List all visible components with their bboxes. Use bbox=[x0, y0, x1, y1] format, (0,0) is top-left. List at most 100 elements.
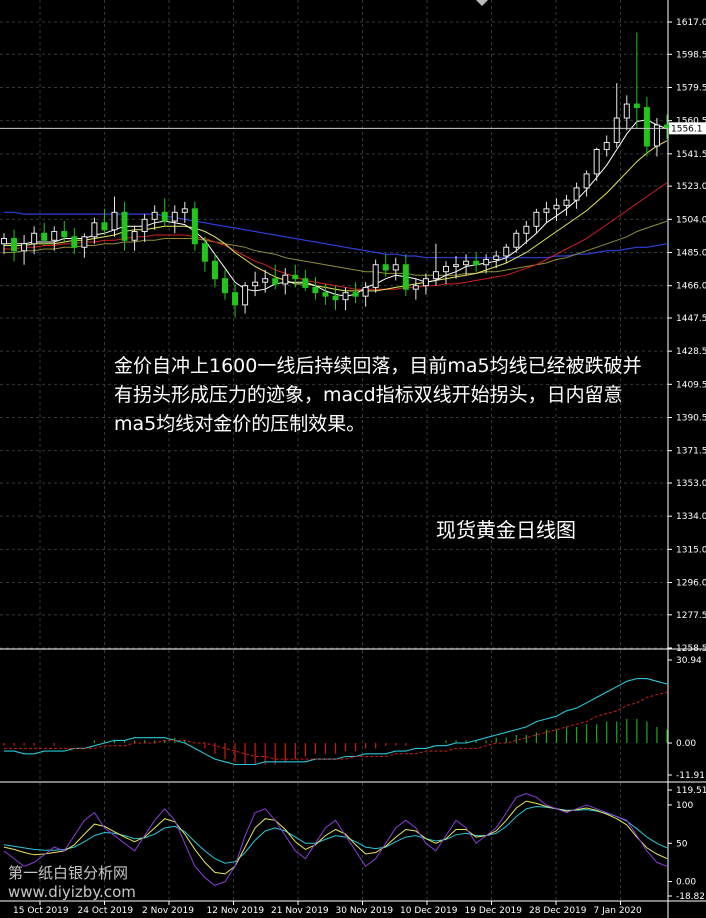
candle-body bbox=[81, 236, 88, 248]
chart-background bbox=[0, 0, 706, 918]
candle-body bbox=[593, 148, 600, 175]
date-tick-label: 19 Dec 2019 bbox=[465, 906, 523, 916]
candle-body bbox=[332, 295, 339, 301]
macd-tick-label: 30.94 bbox=[676, 656, 702, 666]
candle-body bbox=[41, 232, 48, 241]
candle-body bbox=[101, 222, 108, 231]
candle-body bbox=[312, 286, 319, 294]
candle-body bbox=[483, 258, 490, 266]
candle-body bbox=[322, 292, 329, 297]
stoch-tick-label: 0.00 bbox=[676, 878, 696, 888]
candle-body bbox=[382, 264, 389, 271]
candle-body bbox=[563, 199, 570, 206]
candle-body bbox=[31, 232, 38, 245]
candle-body bbox=[513, 232, 520, 248]
stoch-tick-label: 50 bbox=[676, 839, 688, 849]
candle-body bbox=[573, 187, 580, 201]
candle-body bbox=[643, 107, 650, 147]
candle-body bbox=[432, 271, 439, 280]
candle-body bbox=[221, 278, 228, 294]
candle-body bbox=[191, 208, 198, 245]
current-price-label: 1556.1 bbox=[671, 124, 703, 134]
price-tick-label: 1428.5 bbox=[676, 347, 706, 357]
price-tick-label: 1409.5 bbox=[676, 380, 706, 390]
candle-body bbox=[493, 255, 500, 260]
macd-tick-label: -11.91 bbox=[676, 771, 705, 781]
candle-body bbox=[91, 222, 98, 238]
candle-body bbox=[232, 292, 239, 306]
candle-body bbox=[352, 292, 359, 297]
candle-body bbox=[583, 173, 590, 189]
candle-body bbox=[523, 225, 530, 234]
watermark: 第一纸白银分析网 www.diyizby.com bbox=[8, 864, 136, 902]
candle-body bbox=[51, 231, 58, 241]
price-tick-label: 1598.5 bbox=[676, 50, 706, 60]
candle-body bbox=[633, 103, 640, 109]
candle-body bbox=[302, 278, 309, 288]
candle-body bbox=[11, 238, 18, 252]
candle-body bbox=[1, 238, 7, 245]
candle-body bbox=[151, 211, 158, 220]
date-tick-label: 15 Oct 2019 bbox=[13, 906, 69, 916]
candle-body bbox=[21, 243, 28, 252]
candle-body bbox=[292, 274, 299, 280]
candle-body bbox=[473, 260, 480, 266]
candle-body bbox=[282, 274, 289, 285]
gold-daily-chart: 1617.01598.51579.51560.51541.51523.01504… bbox=[0, 0, 706, 918]
date-tick-label: 28 Dec 2019 bbox=[529, 906, 587, 916]
date-tick-label: 12 Nov 2019 bbox=[207, 906, 265, 916]
analysis-annotation: 金价自冲上1600一线后持续回落，目前ma5均线已经被跌破并有拐头形成压力的迹象… bbox=[114, 355, 642, 435]
price-tick-label: 1315.0 bbox=[676, 545, 706, 555]
candle-body bbox=[242, 285, 249, 306]
stoch-tick-label: 119.516 bbox=[676, 786, 706, 796]
watermark-url: www.diyizby.com bbox=[8, 883, 136, 901]
candle-body bbox=[252, 281, 259, 287]
candle-body bbox=[613, 117, 620, 143]
price-tick-label: 1541.5 bbox=[676, 150, 706, 160]
price-tick-label: 1390.5 bbox=[676, 414, 706, 424]
date-tick-label: 2 Nov 2019 bbox=[142, 906, 194, 916]
candle-body bbox=[71, 236, 78, 248]
candle-body bbox=[422, 278, 429, 287]
candle-body bbox=[533, 211, 540, 227]
stoch-tick-label: 100 bbox=[676, 801, 693, 811]
date-tick-label: 7 Jan 2020 bbox=[594, 906, 642, 916]
candle-body bbox=[121, 211, 128, 241]
price-tick-label: 1579.5 bbox=[676, 83, 706, 93]
candle-body bbox=[392, 264, 399, 271]
candle-body bbox=[453, 264, 460, 267]
candle-body bbox=[463, 260, 470, 266]
candle-body bbox=[553, 204, 560, 210]
price-tick-label: 1466.0 bbox=[676, 282, 706, 292]
price-tick-label: 1353.0 bbox=[676, 479, 706, 489]
price-tick-label: 1371.5 bbox=[676, 447, 706, 457]
candle-body bbox=[272, 278, 279, 285]
candle-body bbox=[402, 264, 409, 290]
candle-body bbox=[412, 285, 419, 290]
candle-body bbox=[161, 211, 168, 222]
macd-tick-label: 0.00 bbox=[676, 739, 696, 749]
candle-body bbox=[503, 246, 510, 257]
candle-body bbox=[131, 231, 138, 241]
date-tick-label: 10 Dec 2019 bbox=[400, 906, 458, 916]
candle-body bbox=[141, 218, 148, 233]
chart-caption: 现货黄金日线图 bbox=[436, 518, 576, 542]
candle-body bbox=[372, 264, 379, 288]
candle-body bbox=[61, 231, 68, 238]
watermark-site-name: 第一纸白银分析网 bbox=[8, 864, 129, 882]
candle-body bbox=[603, 141, 610, 150]
date-tick-label: 30 Nov 2019 bbox=[336, 906, 394, 916]
candle-body bbox=[211, 260, 218, 280]
price-tick-label: 1447.5 bbox=[676, 314, 706, 324]
price-tick-label: 1617.0 bbox=[676, 18, 706, 28]
candle-body bbox=[442, 265, 449, 273]
price-tick-label: 1504.0 bbox=[676, 215, 706, 225]
candle-body bbox=[262, 278, 269, 283]
price-tick-label: 1296.0 bbox=[676, 579, 706, 589]
price-tick-label: 1334.0 bbox=[676, 512, 706, 522]
candle-body bbox=[623, 103, 630, 119]
candle-body bbox=[171, 211, 178, 222]
date-tick-label: 24 Oct 2019 bbox=[78, 906, 134, 916]
price-tick-label: 1485.0 bbox=[676, 248, 706, 258]
candle-body bbox=[181, 208, 188, 213]
